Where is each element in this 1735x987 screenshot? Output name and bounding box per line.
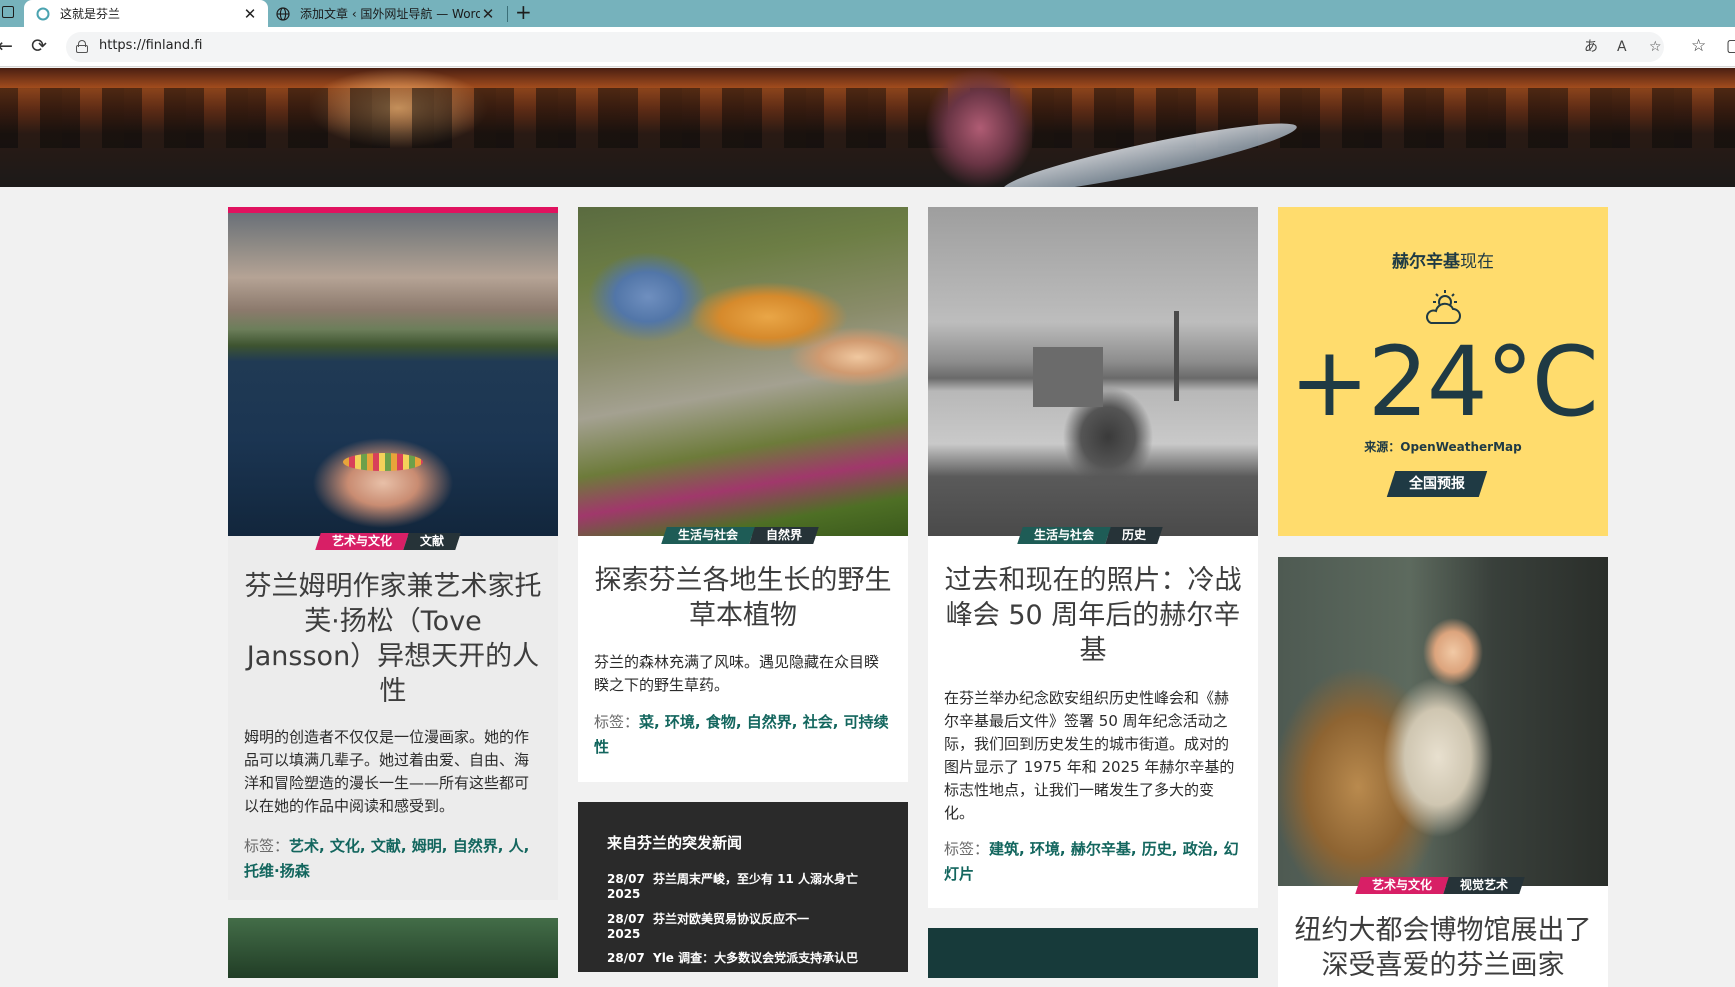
category-chips: 生活与社会 自然界 <box>661 527 819 544</box>
finland-favicon <box>36 7 50 21</box>
breaking-news-box: 来自芬兰的突发新闻 28/07 2025 芬兰周末严峻，至少有 11 人溺水身亡… <box>578 802 908 972</box>
article-card-helsinki-photos[interactable]: 生活与社会 历史 过去和现在的照片：冷战峰会 50 周年后的赫尔辛基 在芬兰举办… <box>928 207 1258 908</box>
article-card-tove-jansson[interactable]: 艺术与文化 文献 芬兰姆明作家兼艺术家托芙·扬松（Tove Jansson）异想… <box>228 207 558 900</box>
news-link[interactable]: Yle 调查：大多数议会党派支持承认巴 <box>653 951 897 966</box>
window-menu-icon[interactable] <box>2 6 14 18</box>
article-tags: 标签：艺术, 文化, 文献, 姆明, 自然界, 人, 托维·扬森 <box>244 837 530 880</box>
tag-links[interactable]: 菜, 环境, 食物, 自然界, 社会, 可持续性 <box>594 713 889 756</box>
article-title[interactable]: 纽约大都会博物馆展出了深受喜爱的芬兰画家 <box>1294 913 1592 983</box>
url-text[interactable]: https://finland.fi <box>99 38 202 53</box>
tab-finland[interactable]: 这就是芬兰 ✕ <box>24 0 268 27</box>
news-item[interactable]: 28/07 2025 芬兰周末严峻，至少有 11 人溺水身亡 <box>607 872 897 902</box>
tab-title: 添加文章 ‹ 国外网址导航 — WordPress <box>300 7 480 21</box>
article-description: 芬兰的森林充满了风味。遇见隐藏在众目睽睽之下的野生草药。 <box>594 653 880 694</box>
article-card-wild-herbs[interactable]: 生活与社会 自然界 探索芬兰各地生长的野生草本植物 芬兰的森林充满了风味。遇见隐… <box>578 207 908 782</box>
news-item[interactable]: 28/07 Yle 调查：大多数议会党派支持承认巴 <box>607 951 897 966</box>
collections-icon[interactable]: ▢ <box>1726 35 1735 57</box>
address-bar: ← ⟳ https://finland.fi あ A ☆ ☆ ▢ <box>0 27 1735 67</box>
news-link[interactable]: 芬兰周末严峻，至少有 11 人溺水身亡 <box>653 872 897 902</box>
article-tags: 标签：菜, 环境, 食物, 自然界, 社会, 可持续性 <box>594 713 889 756</box>
article-title[interactable]: 过去和现在的照片：冷战峰会 50 周年后的赫尔辛基 <box>944 563 1242 668</box>
new-tab-button[interactable]: + <box>515 0 532 27</box>
article-tags: 标签：建筑, 环境, 赫尔辛基, 历史, 政治, 幻灯片 <box>944 840 1239 883</box>
article-card-illustration[interactable] <box>928 928 1258 978</box>
favorite-star-icon[interactable]: ☆ <box>1649 38 1662 56</box>
weather-location: 赫尔辛基现在 <box>1392 252 1494 272</box>
chimney-shape <box>1174 311 1179 401</box>
kayaker-figure <box>895 68 1065 187</box>
article-description: 在芬兰举办纪念欧安组织历史性峰会和《赫尔辛基最后文件》签署 50 周年纪念活动之… <box>944 689 1235 822</box>
article-title[interactable]: 芬兰姆明作家兼艺术家托芙·扬松（Tove Jansson）异想天开的人性 <box>244 569 542 709</box>
article-image[interactable] <box>578 207 908 536</box>
news-date: 28/07 2025 <box>607 872 645 901</box>
category-chips: 艺术与文化 视觉艺术 <box>1355 877 1525 894</box>
category-chip[interactable]: 艺术与文化 <box>315 533 409 550</box>
weather-source[interactable]: 来源：OpenWeatherMap <box>1278 438 1608 455</box>
category-chip[interactable]: 艺术与文化 <box>1355 877 1449 894</box>
article-description: 姆明的创造者不仅仅是一位漫画家。她的作品可以填满几辈子。她过着由爱、自由、海洋和… <box>244 728 530 815</box>
news-item[interactable]: 28/07 2025 芬兰对欧美贸易协议反应不一 <box>607 912 897 942</box>
favorites-list-icon[interactable]: ☆ <box>1691 35 1706 57</box>
close-tab-icon[interactable]: ✕ <box>480 5 496 23</box>
news-heading: 来自芬兰的突发新闻 <box>607 834 743 852</box>
category-chip[interactable]: 历史 <box>1105 527 1163 544</box>
article-card-forest[interactable] <box>228 918 558 978</box>
national-forecast-button[interactable]: 全国预报 <box>1386 471 1488 497</box>
category-chip[interactable]: 自然界 <box>749 527 819 544</box>
url-field[interactable]: https://finland.fi あ A ☆ <box>66 32 1664 62</box>
weather-widget: 赫尔辛基现在 +24°C 来源：OpenWeatherMap 全国预报 <box>1278 207 1608 536</box>
translate-icon[interactable]: あ <box>1584 38 1598 56</box>
back-icon[interactable]: ← <box>0 35 13 57</box>
news-link[interactable]: 芬兰对欧美贸易协议反应不一 <box>653 912 897 942</box>
tag-links[interactable]: 建筑, 环境, 赫尔辛基, 历史, 政治, 幻灯片 <box>944 840 1239 883</box>
article-image[interactable] <box>228 213 558 536</box>
article-card-met-museum[interactable]: 艺术与文化 视觉艺术 纽约大都会博物馆展出了深受喜爱的芬兰画家 <box>1278 557 1608 987</box>
tree-reflection <box>0 88 1735 148</box>
news-date: 28/07 2025 <box>607 912 645 941</box>
news-date: 28/07 <box>607 951 645 965</box>
close-tab-icon[interactable]: ✕ <box>242 5 258 23</box>
tab-title: 这就是芬兰 <box>60 7 121 21</box>
refresh-icon[interactable]: ⟳ <box>31 35 47 57</box>
browser-tab-bar: 这就是芬兰 ✕ 添加文章 ‹ 国外网址导航 — WordPress ✕ + <box>0 0 1735 27</box>
category-chip[interactable]: 视觉艺术 <box>1443 877 1525 894</box>
hero-image <box>0 68 1735 187</box>
temperature-value: +24°C <box>1289 326 1599 438</box>
article-image[interactable] <box>1278 557 1608 886</box>
power-plant-shape <box>1033 347 1103 407</box>
read-aloud-icon[interactable]: A <box>1617 38 1627 56</box>
lock-icon[interactable] <box>76 40 88 53</box>
category-chips: 艺术与文化 文献 <box>315 533 461 550</box>
tab-divider <box>507 6 508 22</box>
category-chip[interactable]: 生活与社会 <box>1017 527 1111 544</box>
tab-wordpress[interactable]: 添加文章 ‹ 国外网址导航 — WordPress ✕ <box>270 0 506 27</box>
article-image[interactable] <box>928 207 1258 536</box>
category-chips: 生活与社会 历史 <box>1017 527 1163 544</box>
category-chip[interactable]: 文献 <box>403 533 461 550</box>
globe-icon <box>276 6 290 21</box>
flower-wreath <box>343 453 423 471</box>
category-chip[interactable]: 生活与社会 <box>661 527 755 544</box>
article-title[interactable]: 探索芬兰各地生长的野生草本植物 <box>594 563 892 633</box>
